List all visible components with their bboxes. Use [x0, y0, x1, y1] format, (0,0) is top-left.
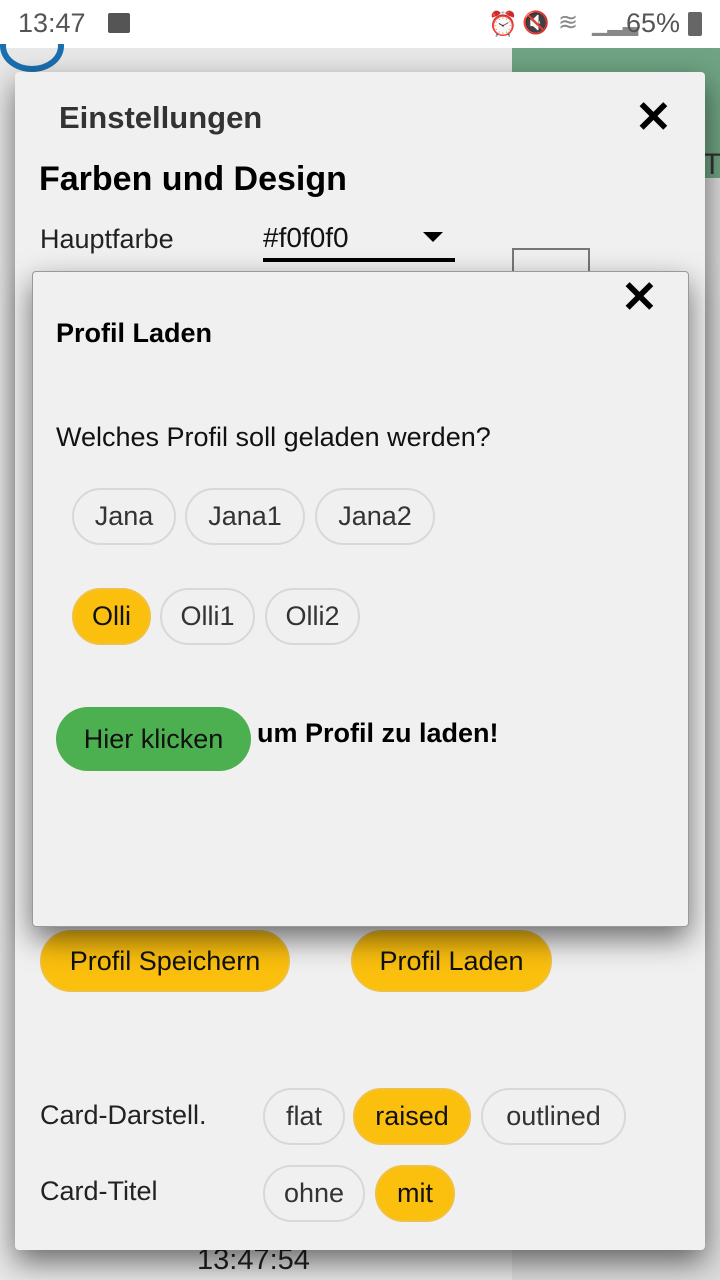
- card-title-label: Card-Titel: [40, 1176, 158, 1206]
- card-style-flat[interactable]: flat: [263, 1088, 345, 1145]
- background-text: TV: [703, 148, 720, 181]
- card-style-outlined[interactable]: outlined: [481, 1088, 626, 1145]
- image-icon: [108, 13, 130, 33]
- status-bar: 13:47 ⏰ 🔇 ≋ ▁▂▃ 65%: [0, 0, 720, 48]
- dialog-title: Einstellungen: [59, 100, 263, 135]
- dialog-question: Welches Profil soll geladen werden?: [56, 422, 491, 452]
- main-color-label: Hauptfarbe: [40, 224, 174, 254]
- mute-icon: 🔇: [522, 10, 550, 35]
- card-title-mit[interactable]: mit: [375, 1165, 455, 1222]
- card-style-label: Card-Darstell.: [40, 1100, 207, 1130]
- profile-chip-jana1[interactable]: Jana1: [185, 488, 305, 545]
- main-color-value: #f0f0f0: [263, 222, 349, 253]
- dialog-title: Profil Laden: [56, 318, 213, 348]
- load-action-text: um Profil zu laden!: [257, 718, 499, 748]
- alarm-icon: ⏰: [488, 11, 518, 38]
- card-title-ohne[interactable]: ohne: [263, 1165, 365, 1222]
- card-style-raised[interactable]: raised: [353, 1088, 471, 1145]
- wifi-icon: ≋: [558, 9, 579, 36]
- section-title: Farben und Design: [39, 160, 347, 198]
- close-icon[interactable]: ✕: [621, 276, 658, 320]
- load-profile-dialog: ✕ Profil Laden Welches Profil soll gelad…: [32, 271, 689, 927]
- close-icon[interactable]: ✕: [635, 96, 672, 140]
- load-profile-button[interactable]: Profil Laden: [351, 930, 552, 992]
- profile-chip-olli2[interactable]: Olli2: [265, 588, 360, 645]
- status-time: 13:47: [18, 8, 86, 38]
- battery-text: 65%: [626, 8, 681, 38]
- chevron-down-icon: [423, 232, 443, 242]
- profile-chip-olli[interactable]: Olli: [72, 588, 151, 645]
- main-color-select[interactable]: #f0f0f0: [263, 220, 455, 262]
- profile-chip-jana[interactable]: Jana: [72, 488, 176, 545]
- save-profile-button[interactable]: Profil Speichern: [40, 930, 290, 992]
- battery-icon: [688, 12, 702, 36]
- profile-chip-jana2[interactable]: Jana2: [315, 488, 435, 545]
- profile-chip-olli1[interactable]: Olli1: [160, 588, 255, 645]
- load-action-button[interactable]: Hier klicken: [56, 707, 251, 771]
